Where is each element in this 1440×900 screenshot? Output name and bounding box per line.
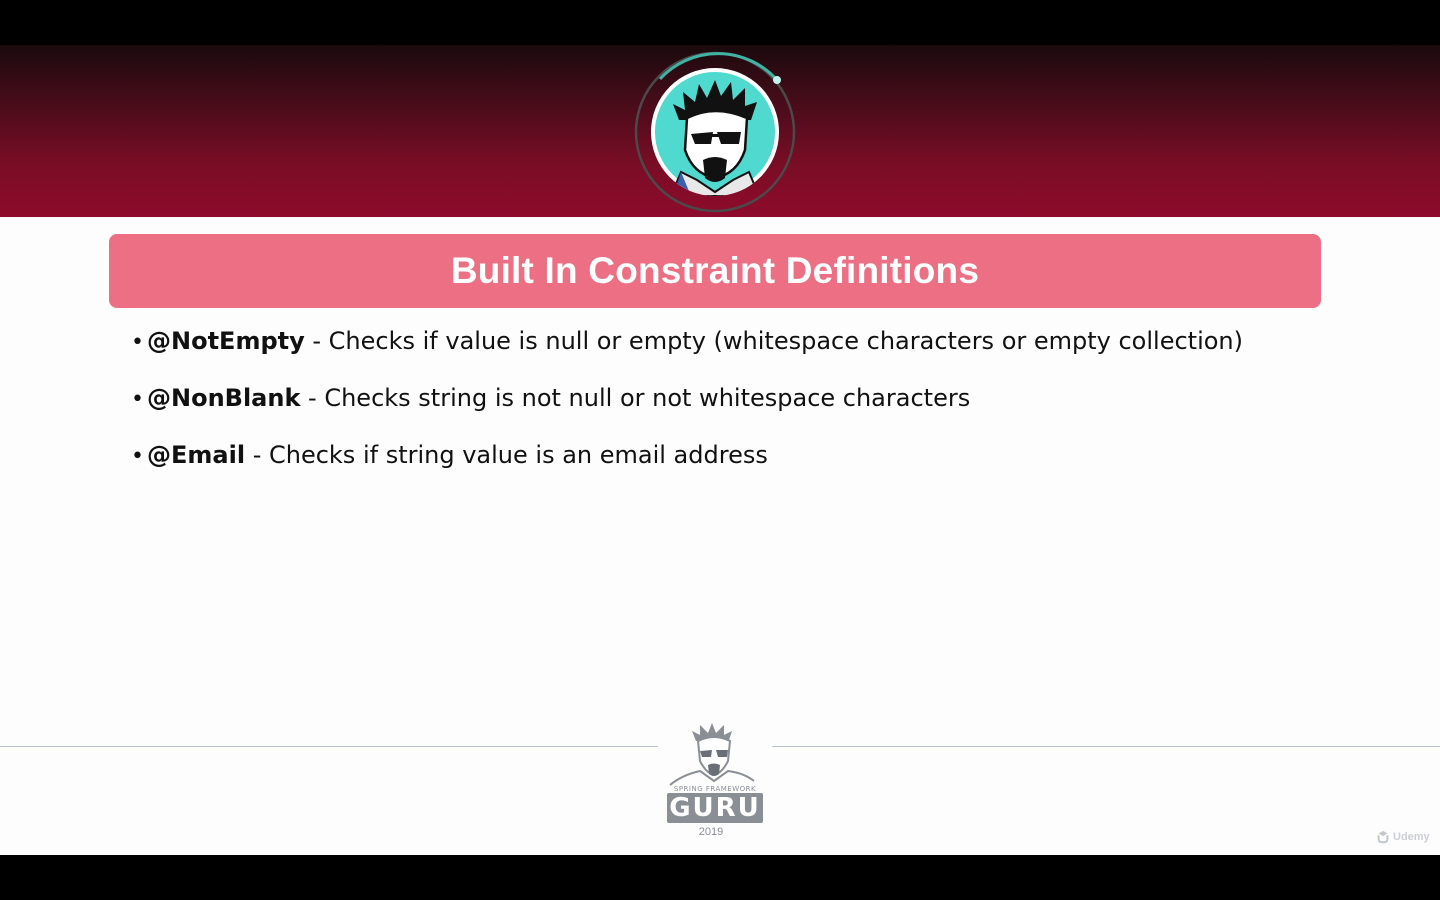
bullet-dot-icon: •: [131, 444, 144, 469]
bullet-item: • @NonBlank - Checks string is not null o…: [131, 380, 1331, 437]
bullet-item: • @Email - Checks if string value is an e…: [131, 437, 1331, 494]
title-banner: Built In Constraint Definitions: [109, 234, 1321, 308]
bullet-dot-icon: •: [131, 330, 144, 355]
spring-framework-guru-logo: SPRING FRAMEWORK GURU 2019: [662, 721, 768, 845]
presentation-slide: Built In Constraint Definitions • @NotEmp…: [0, 45, 1440, 855]
video-letterbox-bottom: [0, 855, 1440, 900]
bullet-dot-icon: •: [131, 387, 144, 412]
bullet-term: @NonBlank: [147, 384, 301, 412]
avatar-portrait-icon: [651, 68, 779, 196]
slide-title: Built In Constraint Definitions: [450, 250, 980, 291]
bullet-list: • @NotEmpty - Checks if value is null or …: [131, 323, 1331, 494]
udemy-watermark: Udemy: [1376, 829, 1430, 845]
video-letterbox-top: [0, 0, 1440, 45]
bullet-description: - Checks if value is null or empty (whit…: [304, 327, 1243, 355]
logo-subtitle: SPRING FRAMEWORK: [673, 785, 757, 793]
watermark-text: Udemy: [1393, 831, 1430, 843]
instructor-avatar: [632, 49, 798, 215]
udemy-logo-icon: [1377, 830, 1389, 844]
bullet-term: @NotEmpty: [147, 327, 305, 355]
footer-divider-right: [772, 746, 1440, 747]
logo-year: 2019: [698, 826, 724, 838]
bullet-item: • @NotEmpty - Checks if value is null or …: [131, 323, 1331, 380]
logo-wordmark: GURU: [667, 793, 763, 823]
footer-divider-left: [0, 746, 658, 747]
bullet-description: - Checks string is not null or not white…: [300, 384, 971, 412]
bullet-term: @Email: [147, 441, 246, 469]
guru-mascot-icon: [669, 723, 755, 786]
bullet-description: - Checks if string value is an email add…: [245, 441, 768, 469]
